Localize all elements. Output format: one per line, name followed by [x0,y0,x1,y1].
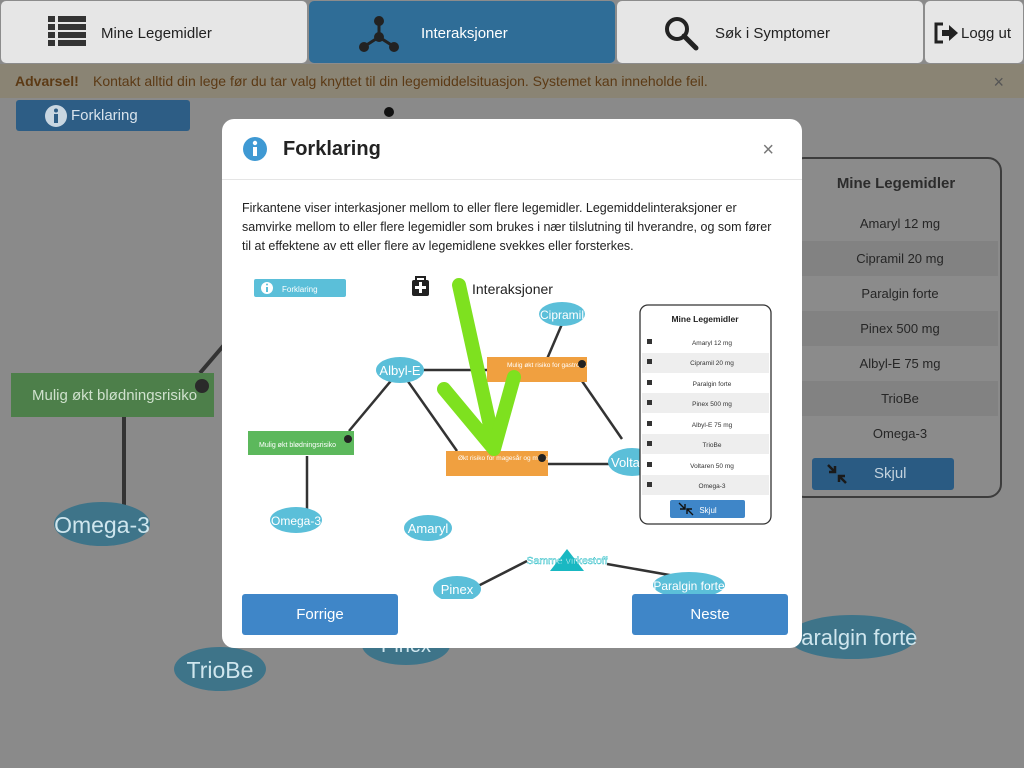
illus-interaction-label-gi: Mulig økt risiko for gastrointestinal bl… [507,362,632,369]
bg-node-triobe-label: TrioBe [187,657,254,683]
nav-logout-button[interactable]: Logg ut [924,0,1024,64]
network-icon [359,16,399,52]
illus-panel-item: Voltaren 50 mg [690,463,734,470]
bg-panel-item[interactable]: Cipramil 20 mg [802,241,998,276]
illus-node-label-paralgin: Paralgin forte [653,579,725,593]
modal-close-icon[interactable]: × [762,139,774,162]
bg-panel-hide-button[interactable]: Skjul [812,458,954,490]
nav-label-sok: Søk i Symptomer [715,25,831,42]
bg-forklaring-label: Forklaring [71,107,138,124]
top-navigation: Mine Legemidler Interaksjoner Søk i Symp… [0,0,1024,64]
illus-panel-hide-label: Skjul [699,506,717,515]
illus-forklaring-label: Forklaring [282,285,318,294]
modal-description: Firkantene viser interkasjoner mellom to… [242,201,772,253]
illus-panel-item: Albyl-E 75 mg [692,422,733,429]
nav-label-mine-legemidler: Mine Legemidler [101,25,212,42]
warning-message: Kontakt alltid din lege før du tar valg … [93,73,708,89]
illus-interaksjoner-title: Interaksjoner [472,281,553,297]
illus-interaction-label-bleeding: Mulig økt blødningsrisiko [259,442,336,449]
illustration: Forklaring Interaksjoner Mulig økt risik… [248,276,772,599]
bg-panel-item[interactable]: Albyl-E 75 mg [802,346,998,381]
warning-title: Advarsel! [15,73,79,89]
illus-panel-item: TrioBe [703,442,722,449]
bg-interaction-label: Mulig økt blødningsrisiko [32,387,197,404]
warning-close-icon[interactable]: × [993,72,1004,93]
bg-panel-title: Mine Legemidler [836,175,956,192]
logout-icon [934,22,958,44]
illus-node-label-amaryl: Amaryl [408,521,449,536]
next-button[interactable]: Neste [632,594,788,635]
bg-panel-item[interactable]: Omega-3 [802,416,998,451]
collapse-icon [827,464,847,484]
list-icon [48,16,86,46]
bg-panel-item[interactable]: Amaryl 12 mg [802,206,998,241]
nav-interaksjoner-button[interactable]: Interaksjoner [308,0,616,64]
illus-same-substance-label: Samme virkestoff [527,555,608,567]
illus-panel-item: Amaryl 12 mg [692,340,732,347]
nav-label-logout: Logg ut [961,25,1012,42]
bg-panel-item[interactable]: TrioBe [802,381,998,416]
modal-title: Forklaring [283,138,381,160]
nav-mine-legemidler-button[interactable]: Mine Legemidler [0,0,308,64]
previous-button[interactable]: Forrige [242,594,398,635]
bg-panel-item[interactable]: Paralgin forte [802,276,998,311]
nav-sok-symptomer-button[interactable]: Søk i Symptomer [616,0,924,64]
bg-forklaring-button[interactable]: Forklaring [16,100,190,131]
illus-panel-item: Omega-3 [698,483,725,490]
bg-node-omega3-label: Omega-3 [54,512,150,538]
illus-panel-item: Cipramil 20 mg [690,360,734,367]
warning-bar: Advarsel! Kontakt alltid din lege før du… [0,64,1024,98]
illus-panel-item: Pinex 500 mg [692,401,732,408]
bg-panel-hide-label: Skjul [874,465,907,482]
info-icon [45,105,67,127]
first-aid-icon [412,276,429,296]
illus-interaction-box-gi [487,357,587,382]
illus-panel-item: Paralgin forte [693,381,732,388]
bg-mine-legemidler-panel: Mine Legemidler Amaryl 12 mg Cipramil 20… [790,157,1002,498]
bg-panel-item[interactable]: Pinex 500 mg [802,311,998,346]
illus-node-label-pinex: Pinex [441,582,474,597]
illus-interaction-label-ulcer: Økt risiko for magesår og mageblødning [458,454,574,462]
forklaring-modal: Forklaring × Firkantene viser interkasjo… [222,119,802,648]
illus-node-label-albyl: Albyl-E [379,363,421,378]
modal-header: Forklaring × [222,119,802,180]
nav-label-interaksjoner: Interaksjoner [421,25,508,42]
search-icon [665,17,699,51]
illus-node-label-omega3: Omega-3 [271,514,321,528]
bg-node-paralgin-label: Paralgin forte [787,625,918,650]
info-icon [243,137,267,161]
illus-node-label-cipramil: Cipramil [540,308,584,322]
illus-panel-title: Mine Legemidler [671,314,739,324]
